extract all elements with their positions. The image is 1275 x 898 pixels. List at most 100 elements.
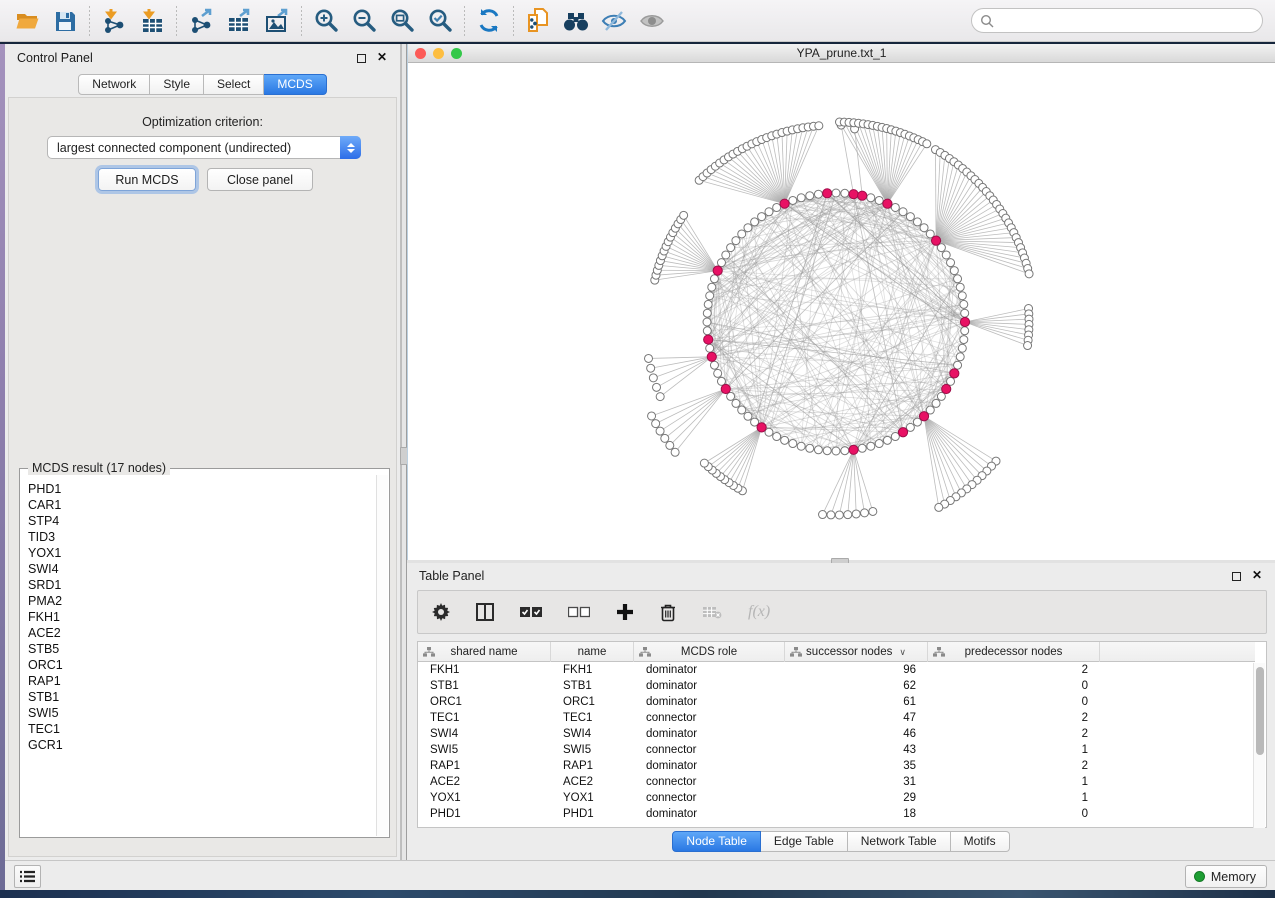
mcds-result-item[interactable]: FKH1 [28, 609, 376, 625]
add-column-button[interactable] [616, 603, 634, 621]
column-header-shared-name[interactable]: shared name [418, 642, 551, 662]
column-header-name[interactable]: name [551, 642, 634, 662]
mcds-result-item[interactable]: ORC1 [28, 657, 376, 673]
table-cell: 18 [785, 806, 928, 822]
run-mcds-button[interactable]: Run MCDS [98, 168, 196, 191]
zoom-in-button[interactable] [307, 5, 345, 37]
mcds-result-item[interactable]: TID3 [28, 529, 376, 545]
mcds-result-item[interactable]: GCR1 [28, 737, 376, 753]
table-cell: 46 [785, 726, 928, 742]
float-panel-icon[interactable] [357, 52, 366, 66]
mcds-result-item[interactable]: RAP1 [28, 673, 376, 689]
trash-icon [660, 603, 676, 622]
tab-network-table[interactable]: Network Table [848, 831, 951, 852]
open-file-button[interactable] [8, 5, 46, 37]
table-cell: YOX1 [418, 790, 551, 806]
mcds-result-item[interactable]: YOX1 [28, 545, 376, 561]
duplicate-network-button[interactable] [519, 5, 557, 37]
network-graph [408, 63, 1274, 560]
table-scrollbar[interactable] [1253, 663, 1265, 828]
search-input[interactable] [994, 11, 1262, 31]
network-canvas[interactable] [408, 63, 1274, 560]
table-row[interactable]: SWI4SWI4dominator462 [418, 726, 1255, 742]
eye-icon [638, 9, 666, 33]
mcds-result-item[interactable]: STB1 [28, 689, 376, 705]
table-settings-button[interactable] [432, 603, 450, 621]
zoom-fit-button[interactable] [383, 5, 421, 37]
memory-label: Memory [1211, 870, 1256, 884]
show-columns-button[interactable] [476, 603, 494, 621]
mcds-result-group: MCDS result (17 nodes) PHD1CAR1STP4TID3Y… [19, 468, 390, 838]
mcds-result-item[interactable]: TEC1 [28, 721, 376, 737]
column-header-successor-nodes[interactable]: successor nodes∨ [785, 642, 928, 662]
table-row[interactable]: RAP1RAP1dominator352 [418, 758, 1255, 774]
float-table-panel-icon[interactable] [1232, 570, 1241, 584]
show-all-button[interactable] [633, 5, 671, 37]
tab-select[interactable]: Select [204, 74, 264, 95]
node-table-header[interactable]: shared namenameMCDS rolesuccessor nodes∨… [418, 642, 1255, 662]
save-session-button[interactable] [46, 5, 84, 37]
column-header-predecessor-nodes[interactable]: predecessor nodes [928, 642, 1100, 662]
mcds-result-item[interactable]: PHD1 [28, 481, 376, 497]
table-cell: 2 [928, 758, 1100, 774]
zoom-selected-button[interactable] [421, 5, 459, 37]
search-box[interactable] [971, 8, 1263, 33]
close-panel-button[interactable]: Close panel [207, 168, 313, 191]
table-cell: STB1 [551, 678, 634, 694]
search-icon [980, 14, 994, 28]
mcds-result-item[interactable]: ACE2 [28, 625, 376, 641]
table-cell: SWI4 [418, 726, 551, 742]
table-row[interactable]: SWI5SWI5connector431 [418, 742, 1255, 758]
table-row[interactable]: PHD1PHD1dominator180 [418, 806, 1255, 822]
import-network-button[interactable] [95, 5, 133, 37]
mcds-result-item[interactable]: SWI4 [28, 561, 376, 577]
select-all-button[interactable] [520, 606, 542, 618]
mcds-list-scrollbar[interactable] [376, 475, 388, 836]
tab-mcds[interactable]: MCDS [264, 74, 326, 95]
table-cell: ORC1 [551, 694, 634, 710]
close-table-panel-icon[interactable]: ✕ [1252, 568, 1262, 582]
mcds-result-item[interactable]: SWI5 [28, 705, 376, 721]
table-cell: 2 [928, 710, 1100, 726]
table-row[interactable]: ORC1ORC1dominator610 [418, 694, 1255, 710]
zoom-out-button[interactable] [345, 5, 383, 37]
first-neighbors-button[interactable] [557, 5, 595, 37]
mcds-result-item[interactable]: CAR1 [28, 497, 376, 513]
task-history-button[interactable] [14, 865, 41, 888]
table-row[interactable]: YOX1YOX1connector291 [418, 790, 1255, 806]
export-network-button[interactable] [182, 5, 220, 37]
hide-selected-button[interactable] [595, 5, 633, 37]
node-table-body[interactable]: FKH1FKH1dominator962STB1STB1dominator620… [418, 662, 1255, 828]
zoom-in-icon [313, 7, 340, 34]
unselect-all-button[interactable] [568, 606, 590, 618]
table-row[interactable]: ACE2ACE2connector311 [418, 774, 1255, 790]
table-cell: 62 [785, 678, 928, 694]
tab-edge-table[interactable]: Edge Table [761, 831, 848, 852]
mcds-result-list[interactable]: PHD1CAR1STP4TID3YOX1SWI4SRD1PMA2FKH1ACE2… [21, 475, 376, 836]
mcds-result-item[interactable]: PMA2 [28, 593, 376, 609]
table-row[interactable]: TEC1TEC1connector472 [418, 710, 1255, 726]
column-header-MCDS-role[interactable]: MCDS role [634, 642, 785, 662]
table-scrollbar-thumb[interactable] [1256, 667, 1264, 755]
table-row[interactable]: STB1STB1dominator620 [418, 678, 1255, 694]
tab-motifs[interactable]: Motifs [951, 831, 1010, 852]
import-table-button[interactable] [133, 5, 171, 37]
memory-button[interactable]: Memory [1185, 865, 1267, 888]
delete-column-button[interactable] [660, 603, 676, 622]
tab-node-table[interactable]: Node Table [672, 831, 761, 852]
export-table-button[interactable] [220, 5, 258, 37]
network-window-titlebar[interactable]: YPA_prune.txt_1 [408, 44, 1275, 63]
mcds-result-item[interactable]: STB5 [28, 641, 376, 657]
tab-style[interactable]: Style [150, 74, 204, 95]
apply-layout-button[interactable] [470, 5, 508, 37]
close-panel-icon[interactable]: ✕ [377, 50, 387, 64]
mcds-result-item[interactable]: SRD1 [28, 577, 376, 593]
tab-network[interactable]: Network [78, 74, 150, 95]
node-table: shared namenameMCDS rolesuccessor nodes∨… [417, 641, 1267, 828]
table-row[interactable]: FKH1FKH1dominator962 [418, 662, 1255, 678]
column-type-icon [933, 647, 945, 657]
table-cell: 1 [928, 774, 1100, 790]
mcds-result-item[interactable]: STP4 [28, 513, 376, 529]
export-image-button[interactable] [258, 5, 296, 37]
optimization-criterion-select[interactable]: largest connected component (undirected) [47, 136, 361, 159]
